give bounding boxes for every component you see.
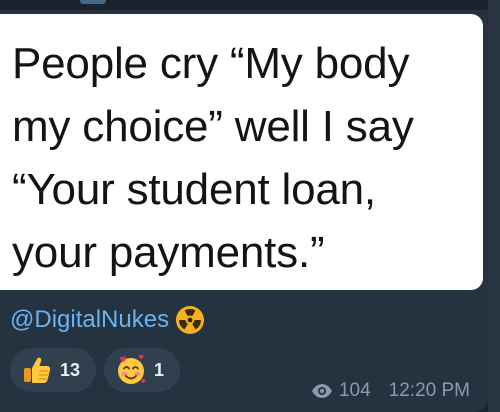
previous-message-hint <box>80 0 106 4</box>
reactions-bar: 13 1 <box>10 348 181 392</box>
thumbs-up-icon <box>20 353 54 387</box>
chat-view: People cry “My body my choice” well I sa… <box>0 0 500 412</box>
reaction-thumbs-up[interactable]: 13 <box>10 348 97 392</box>
eye-icon <box>311 383 333 399</box>
reaction-count: 1 <box>154 359 165 380</box>
author-row: @DigitalNukes <box>10 300 205 340</box>
chat-scroll-edge <box>488 0 500 412</box>
radioactive-icon <box>175 305 205 335</box>
view-count: 104 <box>338 380 371 401</box>
author-link[interactable]: @DigitalNukes <box>10 306 169 334</box>
message-image[interactable]: People cry “My body my choice” well I sa… <box>0 14 483 290</box>
reaction-count: 13 <box>60 359 81 380</box>
smiling-face-with-hearts-icon <box>114 353 148 387</box>
previous-message-edge <box>0 0 500 10</box>
reaction-smiling-hearts[interactable]: 1 <box>104 348 181 392</box>
quote-text: People cry “My body my choice” well I sa… <box>12 39 414 277</box>
message-time: 12:20 PM <box>388 380 470 401</box>
message-meta: 104 12:20 PM <box>311 380 470 402</box>
